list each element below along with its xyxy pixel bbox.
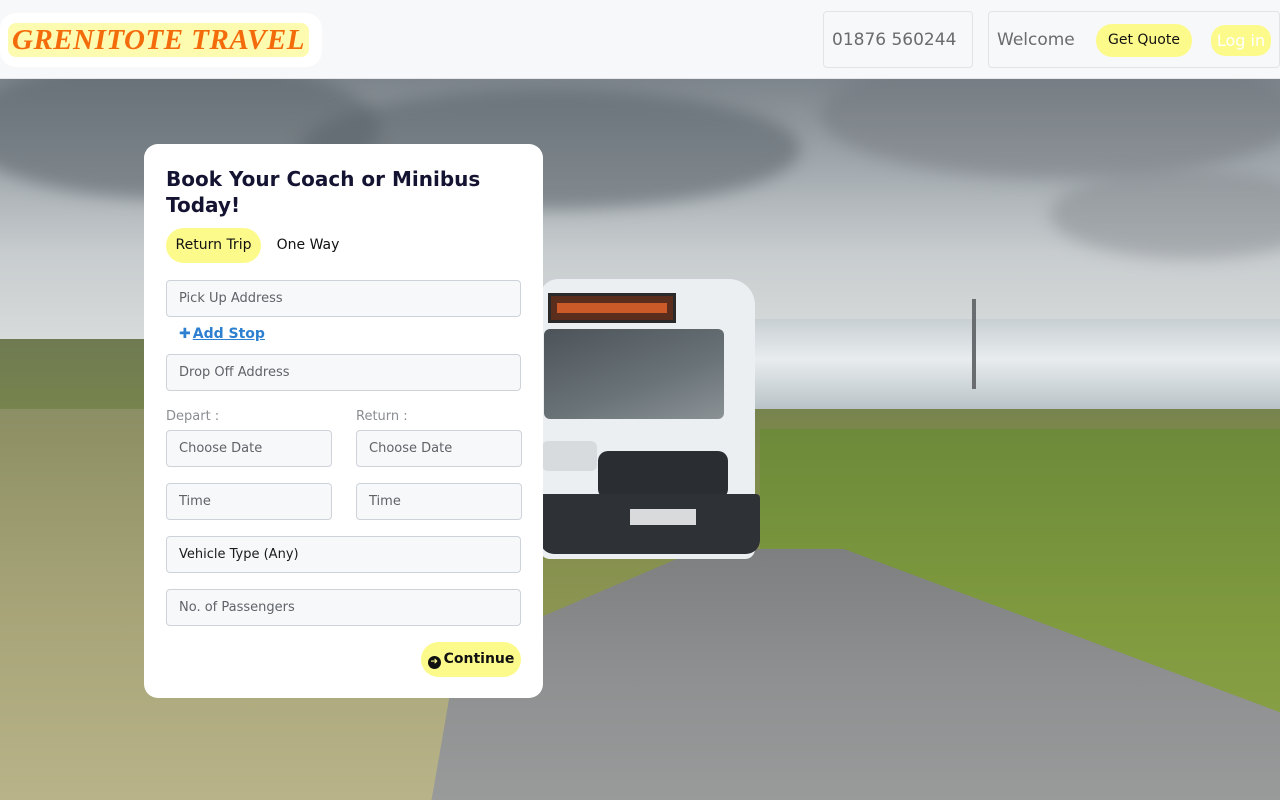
minibus-illustration xyxy=(540,279,760,579)
phone-container: 01876 560244 xyxy=(823,11,973,68)
booking-title: Book Your Coach or Minibus Today! xyxy=(166,167,481,217)
logo-container[interactable]: GRENITOTE TRAVEL xyxy=(0,13,322,67)
passengers-input[interactable]: No. of Passengers xyxy=(166,589,521,626)
depart-label: Depart : xyxy=(166,409,220,424)
return-time-input[interactable]: Time xyxy=(356,483,522,520)
depart-date-input[interactable]: Choose Date xyxy=(166,430,332,467)
logo[interactable]: GRENITOTE TRAVEL xyxy=(8,23,309,57)
sea xyxy=(680,319,1280,409)
continue-label: Continue xyxy=(443,651,515,667)
bus-sign-led xyxy=(557,303,667,313)
one-way-tab[interactable]: One Way xyxy=(270,228,346,263)
user-nav: Welcome Get Quote Log in xyxy=(988,11,1280,68)
phone-number[interactable]: 01876 560244 xyxy=(832,30,956,50)
return-label: Return : xyxy=(356,409,408,424)
plus-icon: ✚ xyxy=(179,326,191,342)
pickup-address-input[interactable]: Pick Up Address xyxy=(166,280,521,317)
login-button[interactable]: Log in xyxy=(1211,25,1271,56)
bus-windshield xyxy=(544,329,724,419)
return-trip-tab[interactable]: Return Trip xyxy=(166,228,261,263)
depart-time-input[interactable]: Time xyxy=(166,483,332,520)
continue-button[interactable]: ➜ Continue xyxy=(421,642,521,677)
bus-headlight xyxy=(542,441,597,471)
bus-plate xyxy=(630,509,696,525)
booking-card: Book Your Coach or Minibus Today! Return… xyxy=(144,144,543,698)
telegraph-pole xyxy=(972,299,976,389)
get-quote-button[interactable]: Get Quote xyxy=(1096,24,1192,57)
bus-grille xyxy=(598,451,728,499)
dropoff-address-input[interactable]: Drop Off Address xyxy=(166,354,521,391)
welcome-text: Welcome xyxy=(997,30,1075,50)
vehicle-type-select[interactable]: Vehicle Type (Any) xyxy=(166,536,521,573)
site-header: GRENITOTE TRAVEL 01876 560244 Welcome Ge… xyxy=(0,0,1280,79)
arrow-circle-right-icon: ➜ xyxy=(427,656,441,669)
return-date-input[interactable]: Choose Date xyxy=(356,430,522,467)
add-stop-link[interactable]: ✚ Add Stop xyxy=(179,326,265,342)
bus-destination-sign xyxy=(548,293,676,323)
add-stop-label: Add Stop xyxy=(192,326,265,342)
